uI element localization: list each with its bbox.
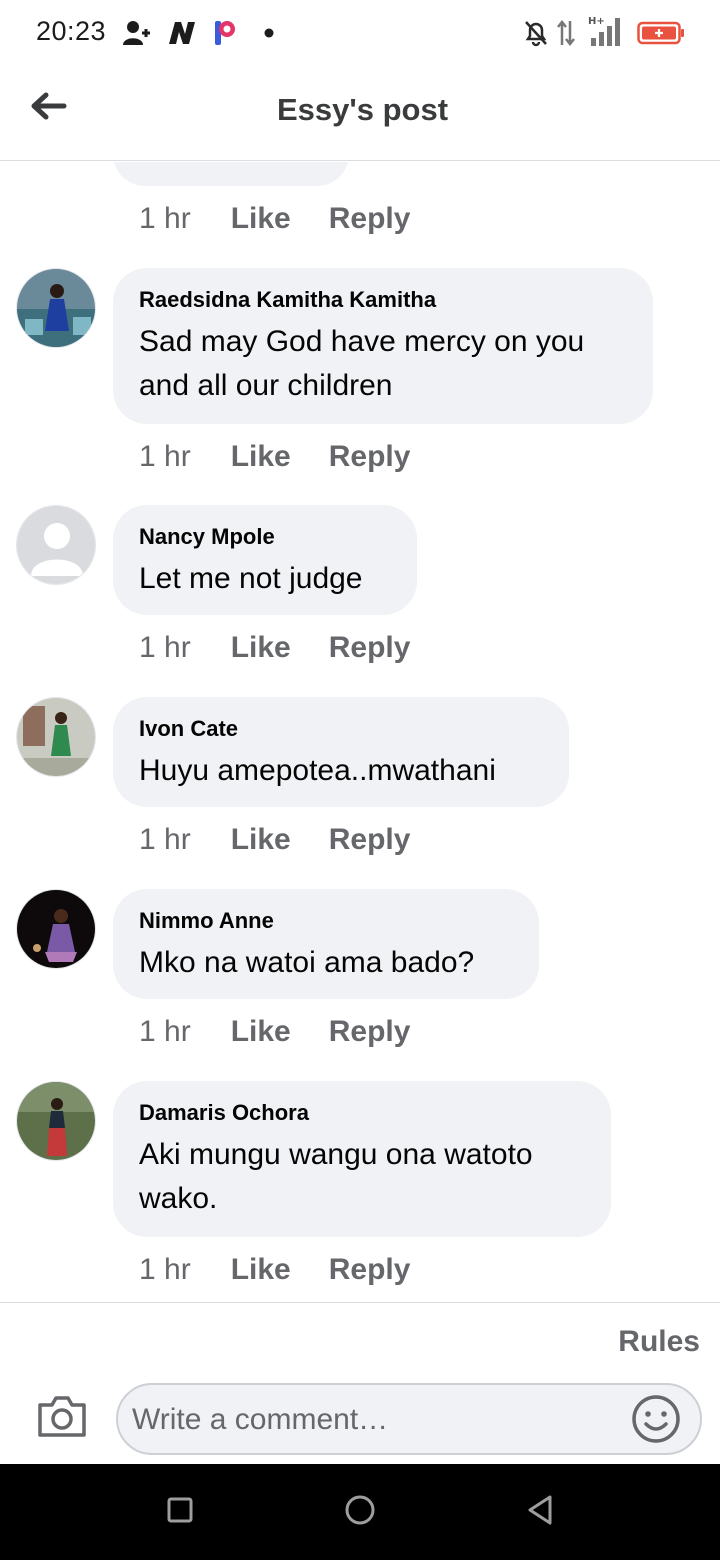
comment-actions: 1 hr Like Reply <box>139 440 410 474</box>
comment-author[interactable]: Nancy Mpole <box>139 525 391 549</box>
reply-button[interactable]: Reply <box>329 1253 411 1287</box>
comment-time: 1 hr <box>139 631 191 664</box>
like-button[interactable]: Like <box>231 1015 291 1049</box>
circle-icon <box>344 1494 376 1531</box>
reply-button[interactable]: Reply <box>329 202 411 236</box>
comment-actions: 1 hr Like Reply <box>139 202 410 236</box>
reply-button[interactable]: Reply <box>329 440 411 474</box>
status-time: 20:23 <box>36 16 107 46</box>
reply-button[interactable]: Reply <box>329 631 411 665</box>
comment-author[interactable]: Nimmo Anne <box>139 909 513 933</box>
comment-time: 1 hr <box>139 1015 191 1048</box>
comment-text: Let me not judge <box>139 562 363 595</box>
comment-author[interactable]: Raedsidna Kamitha Kamitha <box>139 288 627 312</box>
comment-author[interactable]: Ivon Cate <box>139 717 543 741</box>
comment-bubble[interactable]: Nancy Mpole Let me not judge <box>113 505 417 615</box>
comment-text: Sad may God have mercy on you and all ou… <box>139 325 585 402</box>
data-transfer-icon <box>554 18 578 48</box>
comment-actions: 1 hr Like Reply <box>139 1015 410 1049</box>
avatar[interactable] <box>16 1081 96 1161</box>
reply-button[interactable]: Reply <box>329 1015 411 1049</box>
home-button[interactable] <box>340 1492 380 1532</box>
dot-icon <box>262 18 276 48</box>
comment-input-placeholder: Write a comment… <box>132 1403 389 1436</box>
triangle-back-icon <box>525 1494 555 1531</box>
app-header: Essy's post <box>0 64 720 161</box>
comment-text: Mko na watoi ama bado? <box>139 946 475 979</box>
comment-bubble[interactable]: Ivon Cate Huyu amepotea..mwathani <box>113 697 569 807</box>
square-icon <box>166 1496 194 1529</box>
battery-icon <box>636 18 686 48</box>
comment-actions: 1 hr Like Reply <box>139 823 410 857</box>
comment-time: 1 hr <box>139 202 191 235</box>
like-button[interactable]: Like <box>231 440 291 474</box>
p-logo-icon <box>212 18 238 48</box>
comment-input[interactable]: Write a comment… <box>116 1383 702 1455</box>
back-nav-button[interactable] <box>520 1492 560 1532</box>
comments-list: 1 hr Like Reply Raedsidna Kamitha Kamith… <box>0 162 720 1302</box>
avatar[interactable] <box>16 505 96 585</box>
comment-bubble[interactable]: Damaris Ochora Aki mungu wangu ona watot… <box>113 1081 611 1237</box>
comment-time: 1 hr <box>139 823 191 856</box>
comment-author[interactable]: Damaris Ochora <box>139 1101 585 1125</box>
avatar[interactable] <box>16 889 96 969</box>
avatar[interactable] <box>16 268 96 348</box>
like-button[interactable]: Like <box>231 631 291 665</box>
reply-button[interactable]: Reply <box>329 823 411 857</box>
silent-bell-icon <box>522 18 550 48</box>
page-title: Essy's post <box>276 92 449 127</box>
avatar[interactable] <box>16 697 96 777</box>
comment-bubble[interactable]: Nimmo Anne Mko na watoi ama bado? <box>113 889 539 999</box>
recents-button[interactable] <box>160 1492 200 1532</box>
camera-button[interactable] <box>36 1393 88 1441</box>
add-person-icon <box>120 18 154 48</box>
camera-icon <box>36 1396 88 1443</box>
like-button[interactable]: Like <box>231 823 291 857</box>
comment-bubble[interactable]: Raedsidna Kamitha Kamitha Sad may God ha… <box>113 268 653 424</box>
svg-text:H+: H+ <box>588 16 605 27</box>
status-bar: 20:23 H+ <box>0 0 720 64</box>
emoji-button[interactable] <box>630 1393 682 1445</box>
comment-time: 1 hr <box>139 440 191 473</box>
partial-comment-bubble <box>113 162 349 186</box>
like-button[interactable]: Like <box>231 202 291 236</box>
comment-time: 1 hr <box>139 1253 191 1286</box>
hplus-signal-icon: H+ <box>588 14 626 48</box>
rules-link[interactable]: Rules <box>618 1325 700 1359</box>
comment-composer: Rules Write a comment… <box>0 1302 720 1464</box>
comment-text: Aki mungu wangu ona watoto wako. <box>139 1138 533 1215</box>
like-button[interactable]: Like <box>231 1253 291 1287</box>
comment-text: Huyu amepotea..mwathani <box>139 754 496 787</box>
comment-actions: 1 hr Like Reply <box>139 1253 410 1287</box>
smiley-icon <box>630 1395 682 1449</box>
system-nav-bar <box>0 1464 720 1560</box>
n-logo-icon <box>166 18 198 48</box>
comment-actions: 1 hr Like Reply <box>139 631 410 665</box>
